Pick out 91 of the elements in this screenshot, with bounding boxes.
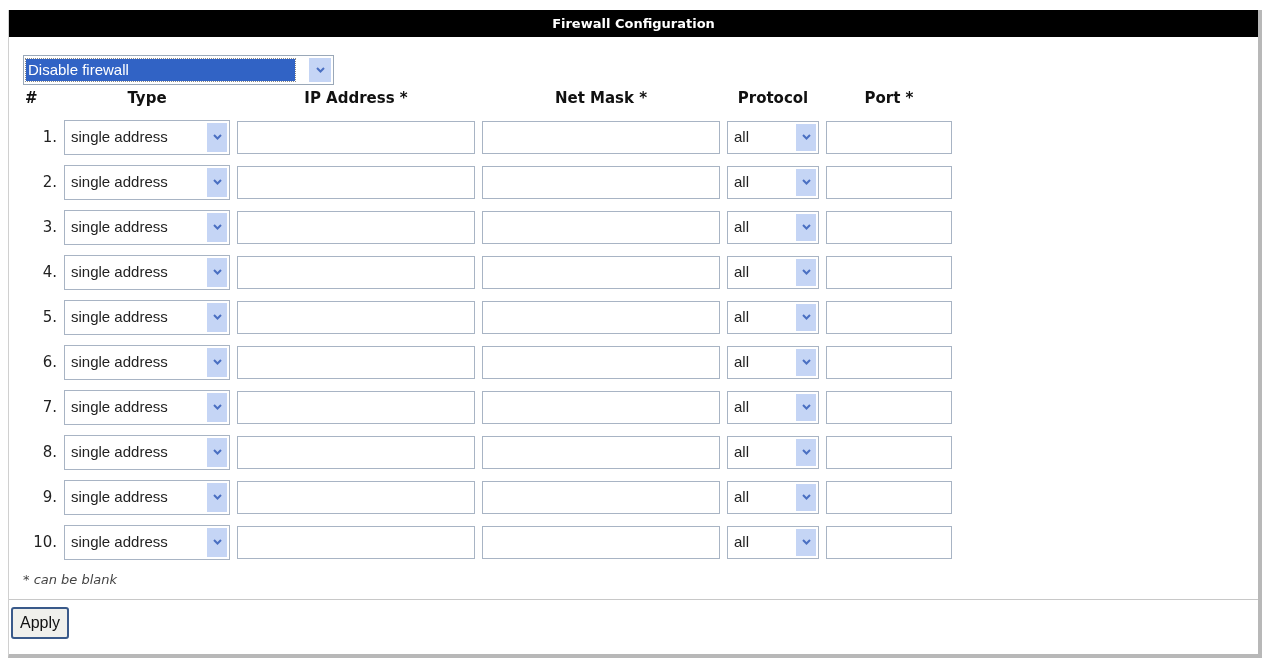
ip-address-field[interactable] [237, 345, 475, 379]
caret-icon [212, 404, 222, 410]
caret-icon [801, 449, 811, 455]
column-header: Port * [864, 88, 914, 109]
caret-icon [801, 314, 811, 320]
port-field[interactable] [826, 390, 952, 424]
type-select[interactable]: single address [64, 479, 230, 515]
protocol-select[interactable]: all [727, 255, 819, 289]
caret-icon [801, 224, 811, 230]
net-mask-field[interactable] [482, 480, 720, 514]
row-number: 1. [42, 126, 57, 148]
caret-icon [801, 539, 811, 545]
net-mask-field[interactable] [482, 435, 720, 469]
port-field[interactable] [826, 345, 952, 379]
net-mask-field[interactable] [482, 390, 720, 424]
caret-icon [801, 359, 811, 365]
port-field[interactable] [826, 300, 952, 334]
protocol-select[interactable]: all [727, 210, 819, 244]
row-number: 3. [42, 216, 57, 238]
caret-icon [801, 179, 811, 185]
ip-address-field[interactable] [237, 300, 475, 334]
protocol-select[interactable]: all [727, 525, 819, 559]
column-header: Protocol [737, 88, 809, 109]
window-title: Firewall Configuration [9, 10, 1258, 37]
ip-address-field[interactable] [237, 255, 475, 289]
column-header: IP Address * [304, 88, 408, 109]
caret-icon [212, 539, 222, 545]
caret-icon [212, 314, 222, 320]
caret-icon [212, 224, 222, 230]
row-number: 8. [42, 441, 57, 463]
net-mask-field[interactable] [482, 300, 720, 334]
port-field[interactable] [826, 210, 952, 244]
type-select[interactable]: single address [64, 389, 230, 425]
type-select[interactable]: single address [64, 524, 230, 560]
protocol-select[interactable]: all [727, 390, 819, 424]
type-select[interactable]: single address [64, 209, 230, 245]
protocol-select[interactable]: all [727, 120, 819, 154]
net-mask-field[interactable] [482, 210, 720, 244]
type-select[interactable]: single address [64, 434, 230, 470]
row-number: 5. [42, 306, 57, 328]
caret-icon [212, 359, 222, 365]
net-mask-field[interactable] [482, 525, 720, 559]
caret-icon [801, 404, 811, 410]
net-mask-field[interactable] [482, 345, 720, 379]
net-mask-field[interactable] [482, 255, 720, 289]
ip-address-field[interactable] [237, 480, 475, 514]
row-number: 2. [42, 171, 57, 193]
caret-icon [212, 449, 222, 455]
apply-button[interactable]: Apply [11, 607, 70, 639]
row-number: 9. [42, 486, 57, 508]
row-number: 4. [42, 261, 57, 283]
caret-icon [212, 269, 222, 275]
protocol-select[interactable]: all [727, 345, 819, 379]
port-field[interactable] [826, 120, 952, 154]
caret-icon [315, 67, 325, 73]
column-header: Type [127, 88, 167, 109]
net-mask-field[interactable] [482, 165, 720, 199]
ip-address-field[interactable] [237, 435, 475, 469]
mode-select[interactable]: Disable firewall [23, 55, 334, 85]
caret-icon [212, 494, 222, 500]
type-select[interactable]: single address [64, 254, 230, 290]
ip-address-field[interactable] [237, 210, 475, 244]
port-field[interactable] [826, 525, 952, 559]
port-field[interactable] [826, 165, 952, 199]
caret-icon [801, 269, 811, 275]
caret-icon [212, 134, 222, 140]
port-field[interactable] [826, 435, 952, 469]
net-mask-field[interactable] [482, 120, 720, 154]
type-select[interactable]: single address [64, 344, 230, 380]
port-field[interactable] [826, 480, 952, 514]
protocol-select[interactable]: all [727, 435, 819, 469]
column-header: Net Mask * [554, 88, 648, 109]
caret-icon [801, 134, 811, 140]
footnote: * can be blank [23, 570, 118, 589]
type-select[interactable]: single address [64, 119, 230, 155]
caret-icon [801, 494, 811, 500]
ip-address-field[interactable] [237, 525, 475, 559]
row-number: 7. [42, 396, 57, 418]
protocol-select[interactable]: all [727, 165, 819, 199]
caret-icon [212, 179, 222, 185]
protocol-select[interactable]: all [727, 480, 819, 514]
ip-address-field[interactable] [237, 120, 475, 154]
port-field[interactable] [826, 255, 952, 289]
type-select[interactable]: single address [64, 164, 230, 200]
type-select[interactable]: single address [64, 299, 230, 335]
column-header: # [24, 88, 38, 109]
row-number: 10. [33, 531, 57, 553]
row-number: 6. [42, 351, 57, 373]
ip-address-field[interactable] [237, 390, 475, 424]
ip-address-field[interactable] [237, 165, 475, 199]
protocol-select[interactable]: all [727, 300, 819, 334]
